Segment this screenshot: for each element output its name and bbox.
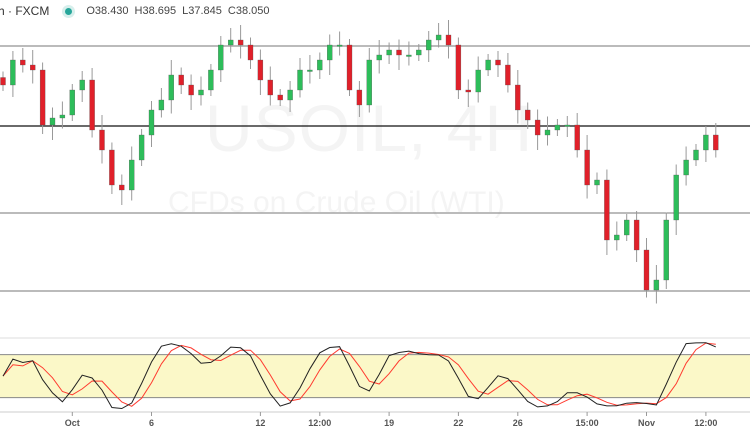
candle-down (505, 64, 511, 86)
candle-up (703, 134, 709, 151)
candle-up (327, 44, 333, 61)
low-value: L37.845 (182, 5, 222, 17)
candle-up (544, 129, 551, 136)
candle-down (247, 44, 254, 61)
candle-down (99, 129, 105, 151)
close-value: C38.050 (227, 5, 270, 17)
candle-down (445, 34, 452, 46)
candle-down (119, 184, 125, 191)
candle-down (604, 179, 610, 241)
open-value: O38.430 (86, 5, 129, 17)
candle-up (287, 89, 293, 101)
candle-down (277, 94, 283, 101)
candle-up (693, 149, 699, 161)
x-tick-label: 12 (255, 418, 265, 428)
candle-down (465, 89, 471, 93)
candle-up (208, 69, 214, 91)
candle-down (396, 49, 402, 56)
candle-up (218, 44, 224, 71)
candle-up (366, 59, 372, 106)
candle-up (129, 159, 135, 191)
candle-up (554, 124, 561, 131)
x-tick-label: 12:00 (694, 418, 717, 428)
candle-up (376, 54, 382, 61)
candle-down (0, 77, 6, 86)
candle-up (435, 34, 442, 41)
candle-down (633, 219, 640, 251)
candle-up (683, 159, 689, 176)
candle-up (228, 39, 234, 46)
candle-up (426, 39, 432, 51)
candle-down (39, 69, 46, 126)
candle-down (346, 44, 353, 91)
candle-up (307, 69, 313, 72)
candle-up (614, 234, 620, 241)
candle-up (148, 109, 155, 136)
candle-up (336, 44, 343, 47)
stochastic-band (0, 354, 750, 398)
candle-up (297, 69, 303, 91)
candle-down (109, 149, 115, 186)
candle-down (20, 59, 26, 66)
x-tick-label: 26 (513, 418, 523, 428)
high-value: H38.695 (134, 5, 177, 17)
candle-up (59, 114, 66, 119)
candle-up (158, 99, 165, 111)
x-tick-label: Oct (65, 418, 80, 428)
candle-up (406, 54, 412, 57)
candle-up (653, 279, 660, 291)
x-tick-label: 6 (149, 418, 154, 428)
candle-up (485, 59, 491, 71)
candle-down (188, 84, 194, 96)
candle-up (49, 117, 56, 126)
candle-up (386, 49, 392, 56)
x-tick-label: 19 (384, 418, 394, 428)
candle-down (237, 39, 244, 46)
candle-down (89, 79, 95, 131)
x-tick-label: 12:00 (308, 418, 331, 428)
candle-up (10, 59, 16, 86)
candle-down (574, 124, 580, 151)
candle-down (257, 59, 264, 81)
candle-up (317, 59, 323, 71)
candle-down (525, 109, 531, 121)
candle-down (267, 79, 273, 96)
x-tick-label: 22 (453, 418, 463, 428)
candle-up (624, 219, 630, 236)
candle-down (534, 119, 541, 136)
candle-down (356, 89, 363, 106)
candle-up (594, 179, 600, 186)
candle-up (663, 219, 669, 281)
candle-down (30, 64, 36, 71)
chart-header: h · FXCM O38.430 H38.695 L37.845 C38.050 (0, 0, 276, 22)
candle-down (713, 134, 719, 151)
candle-down (584, 149, 590, 186)
candle-up (564, 124, 570, 127)
candle-down (515, 84, 521, 111)
x-tick-label: Nov (638, 418, 655, 428)
candle-up (475, 69, 481, 93)
market-status-icon (65, 7, 73, 15)
candle-up (416, 49, 422, 56)
candle-up (673, 174, 679, 221)
candle-down (643, 249, 650, 291)
candle-up (79, 79, 85, 91)
candle-up (168, 74, 174, 101)
symbol-label[interactable]: h · FXCM (0, 4, 49, 18)
candle-down (455, 44, 462, 91)
candle-down (495, 59, 501, 66)
price-chart[interactable]: Oct 6 12 12:00 19 22 26 15:00 Nov 12:00 (0, 0, 750, 430)
candle-up (138, 134, 145, 161)
candle-down (178, 74, 184, 86)
x-tick-label: 15:00 (576, 418, 599, 428)
candle-up (69, 89, 75, 116)
candle-up (198, 89, 204, 96)
